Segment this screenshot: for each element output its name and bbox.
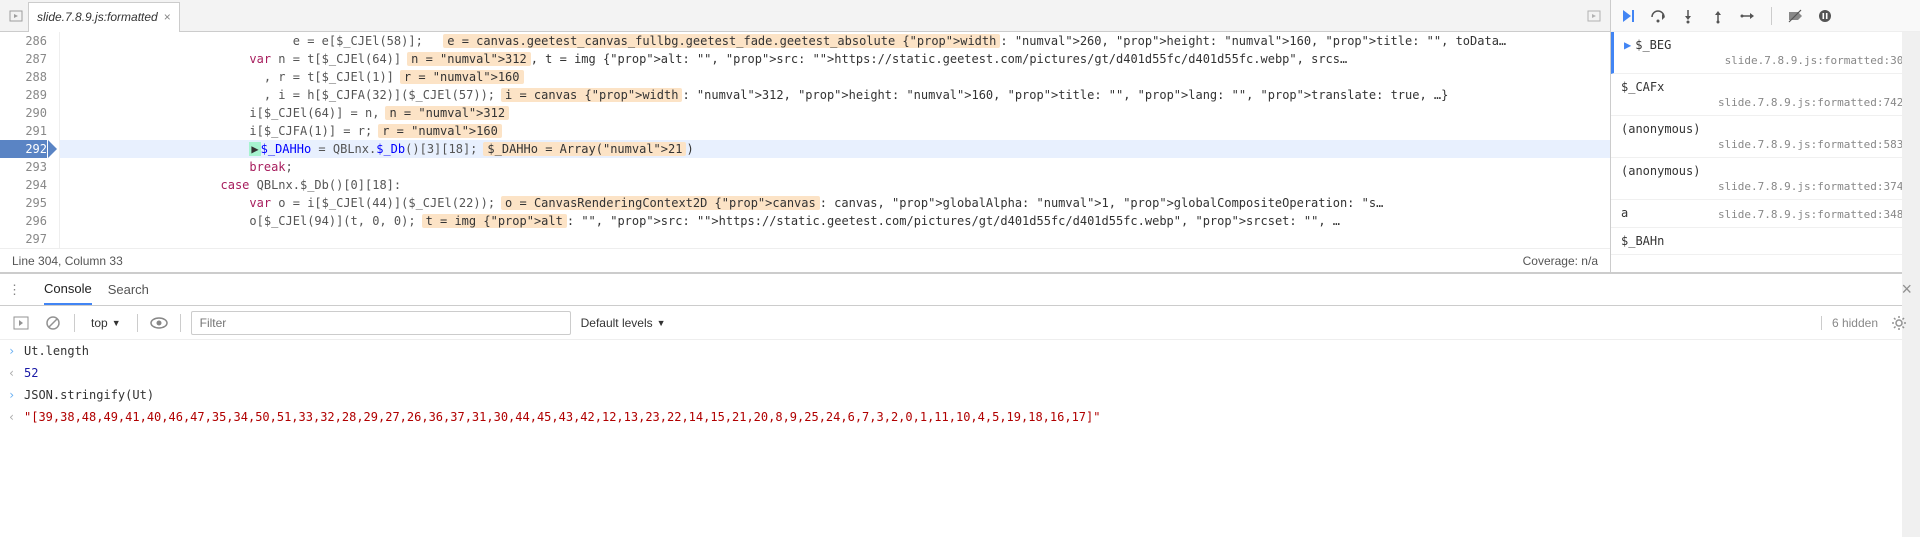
stack-frame[interactable]: (anonymous)slide.7.8.9.js:formatted:5832: [1611, 116, 1920, 158]
step-icon[interactable]: [1737, 5, 1759, 27]
line-number[interactable]: 289: [0, 86, 47, 104]
navigator-toggle-icon[interactable]: [4, 4, 28, 28]
context-label: top: [91, 316, 108, 330]
code-line: break;: [60, 158, 1610, 176]
code-editor[interactable]: 286287288289290291292293294295296297 e =…: [0, 32, 1610, 248]
line-number[interactable]: 292: [0, 140, 47, 158]
line-number[interactable]: 290: [0, 104, 47, 122]
line-number[interactable]: 291: [0, 122, 47, 140]
console-output-line: ‹"[39,38,48,49,41,40,46,47,35,34,50,51,3…: [0, 406, 1920, 428]
tab-console[interactable]: Console: [44, 274, 92, 305]
code-line: i[$_CJFA(1)] = r;r = "numval">160: [60, 122, 1610, 140]
close-icon[interactable]: ×: [164, 10, 171, 24]
tab-search[interactable]: Search: [108, 274, 149, 305]
step-into-icon[interactable]: [1677, 5, 1699, 27]
tab-label: slide.7.8.9.js:formatted: [37, 10, 158, 24]
line-number[interactable]: 294: [0, 176, 47, 194]
debug-toggle-icon[interactable]: [1582, 4, 1606, 28]
clear-console-icon[interactable]: [42, 312, 64, 334]
line-number[interactable]: 297: [0, 230, 47, 248]
line-number[interactable]: 286: [0, 32, 47, 50]
line-number[interactable]: 288: [0, 68, 47, 86]
resume-icon[interactable]: [1617, 5, 1639, 27]
code-line: [60, 230, 1610, 248]
source-tab-bar: slide.7.8.9.js:formatted ×: [0, 0, 1610, 32]
call-stack: ▶$_BEGslide.7.8.9.js:formatted:309$_CAFx…: [1611, 32, 1920, 272]
stack-frame[interactable]: aslide.7.8.9.js:formatted:3486: [1611, 200, 1920, 228]
step-over-icon[interactable]: [1647, 5, 1669, 27]
console-output[interactable]: ›Ut.length‹52›JSON.stringify(Ut)‹"[39,38…: [0, 340, 1920, 537]
chevron-down-icon: ▼: [112, 318, 121, 328]
source-tab[interactable]: slide.7.8.9.js:formatted ×: [28, 2, 180, 32]
stack-frame[interactable]: $_CAFxslide.7.8.9.js:formatted:7428: [1611, 74, 1920, 116]
close-drawer-icon[interactable]: ×: [1901, 279, 1912, 300]
hidden-count: 6 hidden: [1821, 316, 1878, 330]
line-number[interactable]: 293: [0, 158, 47, 176]
code-line: e = e[$_CJEl(58)]; e = canvas.geetest_ca…: [60, 32, 1610, 50]
code-line: , i = h[$_CJFA(32)]($_CJEl(57));i = canv…: [60, 86, 1610, 104]
menu-icon[interactable]: ⋮: [8, 282, 28, 298]
line-number[interactable]: 287: [0, 50, 47, 68]
context-selector[interactable]: top ▼: [85, 316, 127, 330]
code-line: o[$_CJEl(94)](t, 0, 0);t = img {"prop">a…: [60, 212, 1610, 230]
step-out-icon[interactable]: [1707, 5, 1729, 27]
stack-frame[interactable]: $_BAHn: [1611, 228, 1920, 255]
chevron-down-icon: ▼: [657, 318, 666, 328]
status-bar: Line 304, Column 33 Coverage: n/a: [0, 248, 1610, 272]
stack-frame[interactable]: (anonymous)slide.7.8.9.js:formatted:3748: [1611, 158, 1920, 200]
pause-icon[interactable]: [1814, 5, 1836, 27]
live-expression-icon[interactable]: [148, 312, 170, 334]
gear-icon[interactable]: [1888, 312, 1910, 334]
code-content: e = e[$_CJEl(58)]; e = canvas.geetest_ca…: [60, 32, 1610, 248]
levels-label: Default levels: [581, 316, 653, 330]
debug-toolbar: [1611, 0, 1920, 32]
line-gutter: 286287288289290291292293294295296297: [0, 32, 60, 248]
cursor-position: Line 304, Column 33: [12, 254, 123, 268]
console-output-line: ‹52: [0, 362, 1920, 384]
code-line: var n = t[$_CJEl(64)]n = "numval">312, t…: [60, 50, 1610, 68]
console-input-line: ›Ut.length: [0, 340, 1920, 362]
sidebar-toggle-icon[interactable]: [10, 312, 32, 334]
toolbar-divider: [1771, 7, 1772, 25]
console-toolbar: top ▼ Default levels ▼ 6 hidden: [0, 306, 1920, 340]
code-line: var o = i[$_CJEl(44)]($_CJEl(22));o = Ca…: [60, 194, 1610, 212]
line-number[interactable]: 296: [0, 212, 47, 230]
stack-frame[interactable]: ▶$_BEGslide.7.8.9.js:formatted:309: [1611, 32, 1920, 74]
console-input-line: ›JSON.stringify(Ut): [0, 384, 1920, 406]
code-line: ▶$_DAHHo = QBLnx.$_Db()[3][18];$_DAHHo =…: [60, 140, 1610, 158]
coverage-status: Coverage: n/a: [1523, 254, 1598, 268]
code-line: case QBLnx.$_Db()[0][18]:: [60, 176, 1610, 194]
filter-input[interactable]: [191, 311, 571, 335]
log-levels-selector[interactable]: Default levels ▼: [581, 316, 666, 330]
code-line: , r = t[$_CJEl(1)]r = "numval">160: [60, 68, 1610, 86]
code-line: i[$_CJEl(64)] = n,n = "numval">312: [60, 104, 1610, 122]
drawer-tabs: ⋮ Console Search ×: [0, 274, 1920, 306]
line-number[interactable]: 295: [0, 194, 47, 212]
deactivate-breakpoints-icon[interactable]: [1784, 5, 1806, 27]
